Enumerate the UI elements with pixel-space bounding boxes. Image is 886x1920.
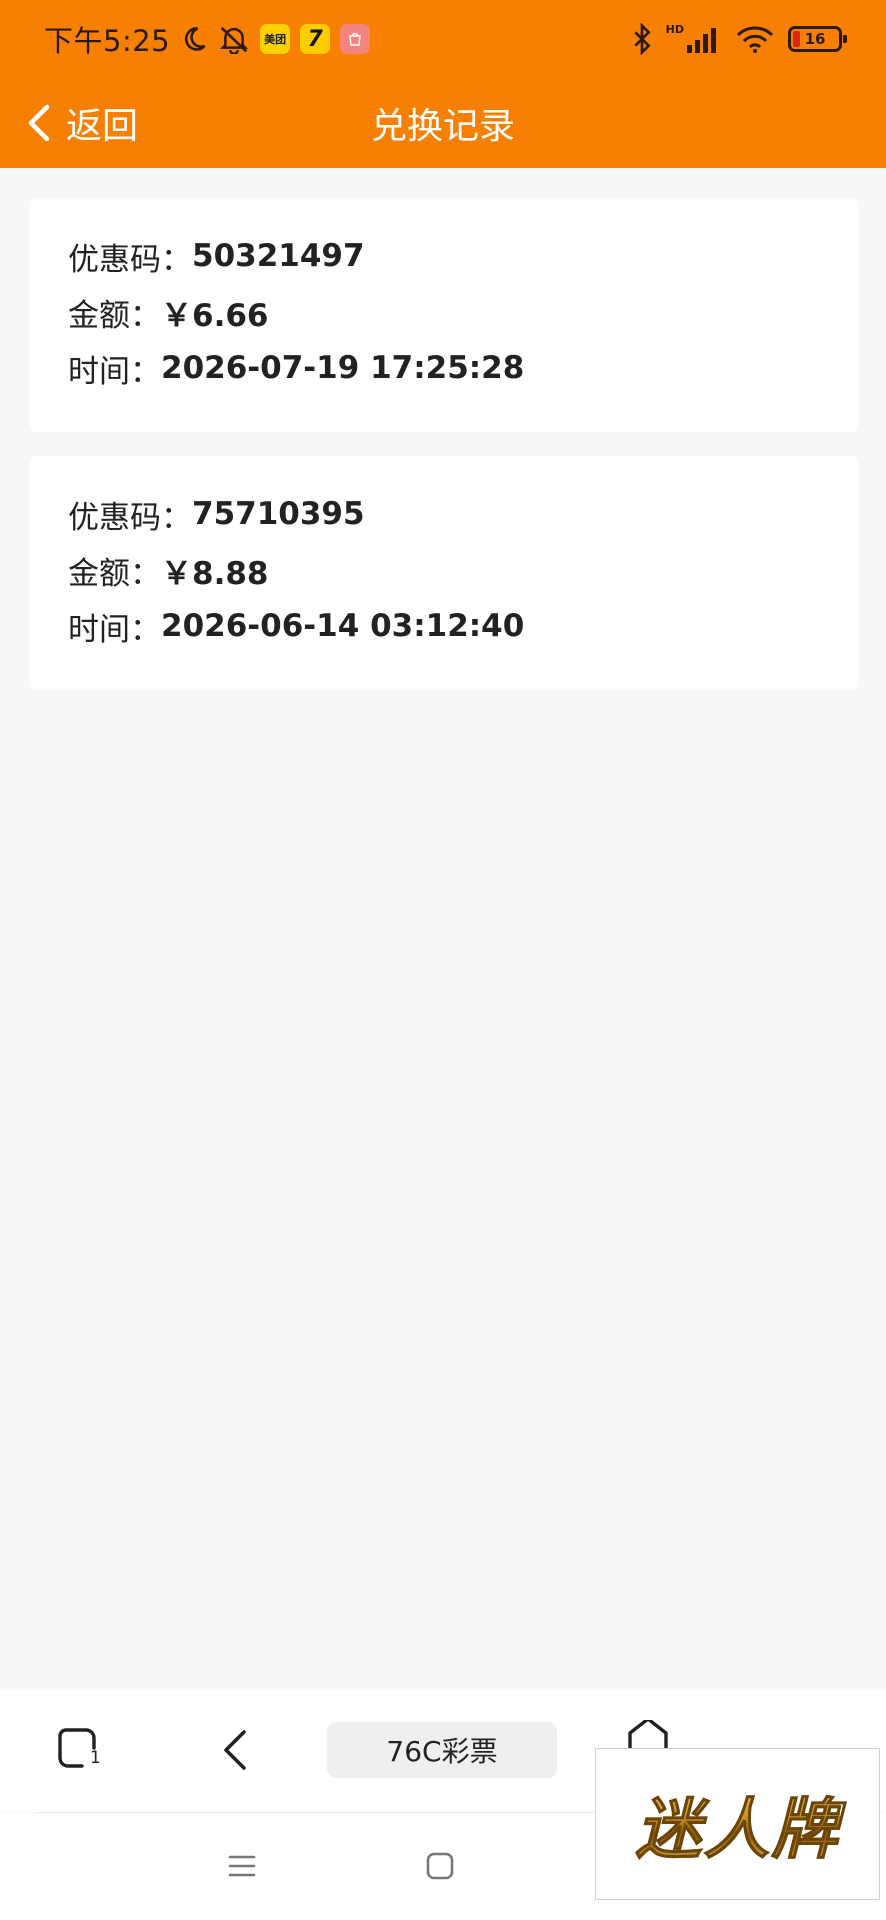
record-code-row: 优惠码： 50321497 — [68, 228, 820, 284]
menu-icon — [785, 1724, 825, 1744]
moon-icon — [180, 25, 208, 53]
qimao-app-icon: 7 — [300, 24, 331, 54]
status-bar: 下午5:25 美团 7 HD 16 — [0, 0, 886, 78]
back-label: 返回 — [66, 106, 139, 147]
wifi-icon — [736, 25, 774, 53]
watermark-logo: 迷人牌 — [595, 1748, 880, 1900]
chevron-left-icon — [26, 103, 52, 143]
record-time-row: 时间： 2026-07-19 17:25:28 — [68, 340, 820, 396]
battery-icon: 16 — [788, 26, 847, 52]
status-right: HD 16 — [632, 22, 847, 55]
time-label: 时间： — [68, 611, 161, 648]
nav-bar: 返回 兑换记录 — [0, 78, 886, 168]
record-card: 优惠码： 50321497 金额： ￥6.66 时间： 2026-07-19 1… — [30, 198, 858, 432]
tab-count: 1 — [90, 1748, 101, 1768]
code-label: 优惠码： — [68, 241, 192, 278]
home-button[interactable] — [618, 1720, 678, 1750]
code-label: 优惠码： — [68, 499, 192, 536]
app-header: 下午5:25 美团 7 HD 16 返回 兑换记录 — [0, 0, 886, 168]
notifications-off-icon — [218, 24, 250, 54]
record-amount-row: 金额： ￥8.88 — [68, 542, 820, 598]
tabs-button[interactable]: 1 — [50, 1720, 110, 1780]
amount-value: ￥6.66 — [161, 297, 269, 334]
exchange-records-page: 下午5:25 美团 7 HD 16 返回 兑换记录 优惠码： 50321497 … — [0, 0, 886, 1920]
network-type-label: HD — [665, 22, 684, 36]
watermark-text: 迷人牌 — [635, 1776, 840, 1872]
browser-back-button[interactable] — [205, 1720, 265, 1780]
menu-button[interactable] — [780, 1724, 830, 1744]
back-icon — [224, 1730, 246, 1770]
record-amount-row: 金额： ￥6.66 — [68, 284, 820, 340]
shopping-app-icon — [340, 24, 371, 54]
status-time: 下午5:25 — [44, 24, 171, 58]
back-button[interactable]: 返回 — [26, 88, 138, 158]
home-square-icon — [426, 1852, 454, 1880]
home-icon — [628, 1720, 668, 1750]
time-value: 2026-07-19 17:25:28 — [161, 350, 525, 386]
amount-value: ￥8.88 — [161, 555, 269, 592]
record-time-row: 时间： 2026-06-14 03:12:40 — [68, 598, 820, 654]
meituan-app-icon: 美团 — [260, 24, 291, 54]
signal-icon — [686, 25, 722, 53]
battery-level: 16 — [804, 30, 826, 48]
record-code-row: 优惠码： 75710395 — [68, 486, 820, 542]
system-home-button[interactable] — [420, 1846, 460, 1886]
code-value: 75710395 — [192, 496, 365, 532]
bluetooth-icon — [632, 23, 652, 55]
status-left: 下午5:25 美团 7 — [44, 18, 371, 60]
battery-fill — [793, 31, 800, 47]
address-bar[interactable]: 76C彩票 — [327, 1722, 557, 1778]
recent-apps-button[interactable] — [222, 1846, 262, 1886]
amount-label: 金额： — [68, 555, 161, 592]
amount-label: 金额： — [68, 297, 161, 334]
time-value: 2026-06-14 03:12:40 — [161, 608, 525, 644]
code-value: 50321497 — [192, 238, 365, 274]
record-card: 优惠码： 75710395 金额： ￥8.88 时间： 2026-06-14 0… — [30, 456, 858, 690]
recent-apps-icon — [228, 1855, 256, 1877]
time-label: 时间： — [68, 353, 161, 390]
